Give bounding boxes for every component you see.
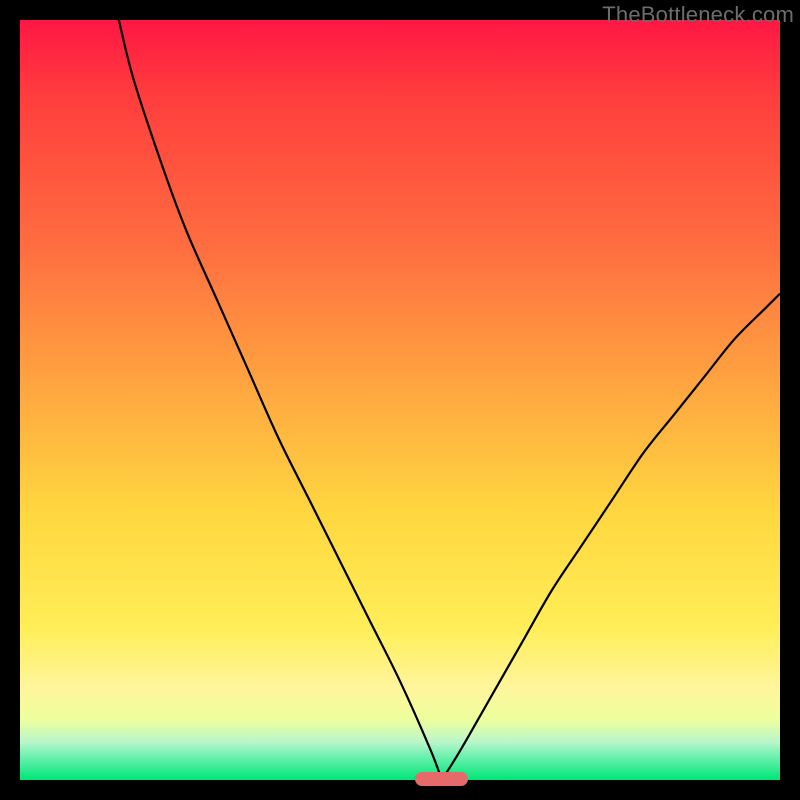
- optimal-marker: [415, 772, 468, 786]
- watermark-text: TheBottleneck.com: [602, 2, 794, 28]
- curve-left: [119, 20, 442, 780]
- bottleneck-curve: [20, 20, 780, 780]
- curve-right: [442, 294, 780, 780]
- chart-frame: TheBottleneck.com: [0, 0, 800, 800]
- plot-area: [20, 20, 780, 780]
